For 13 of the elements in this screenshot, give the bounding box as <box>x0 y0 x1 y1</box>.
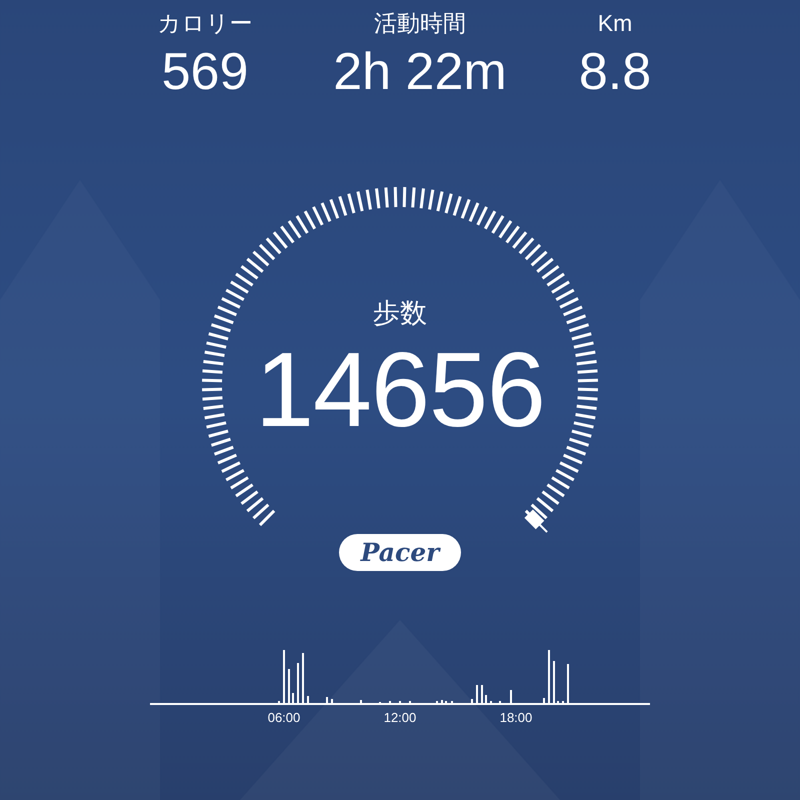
stat-value: 8.8 <box>578 42 652 102</box>
stat-label: 活動時間 <box>374 9 466 38</box>
steps-label: 歩数 <box>373 297 427 330</box>
steps-value: 14656 <box>255 335 545 445</box>
time-axis-label: 06:00 <box>266 710 302 725</box>
stat-value: 569 <box>162 42 248 102</box>
stat-value: 2h 22m <box>333 42 507 102</box>
stat-label: カロリー <box>158 9 252 38</box>
time-axis-label: 12:00 <box>382 710 418 725</box>
gauge-knob-icon <box>524 509 548 533</box>
time-axis-label: 18:00 <box>498 710 534 725</box>
pacer-logo: Pacer <box>339 534 461 571</box>
stat-label: Km <box>598 9 632 38</box>
